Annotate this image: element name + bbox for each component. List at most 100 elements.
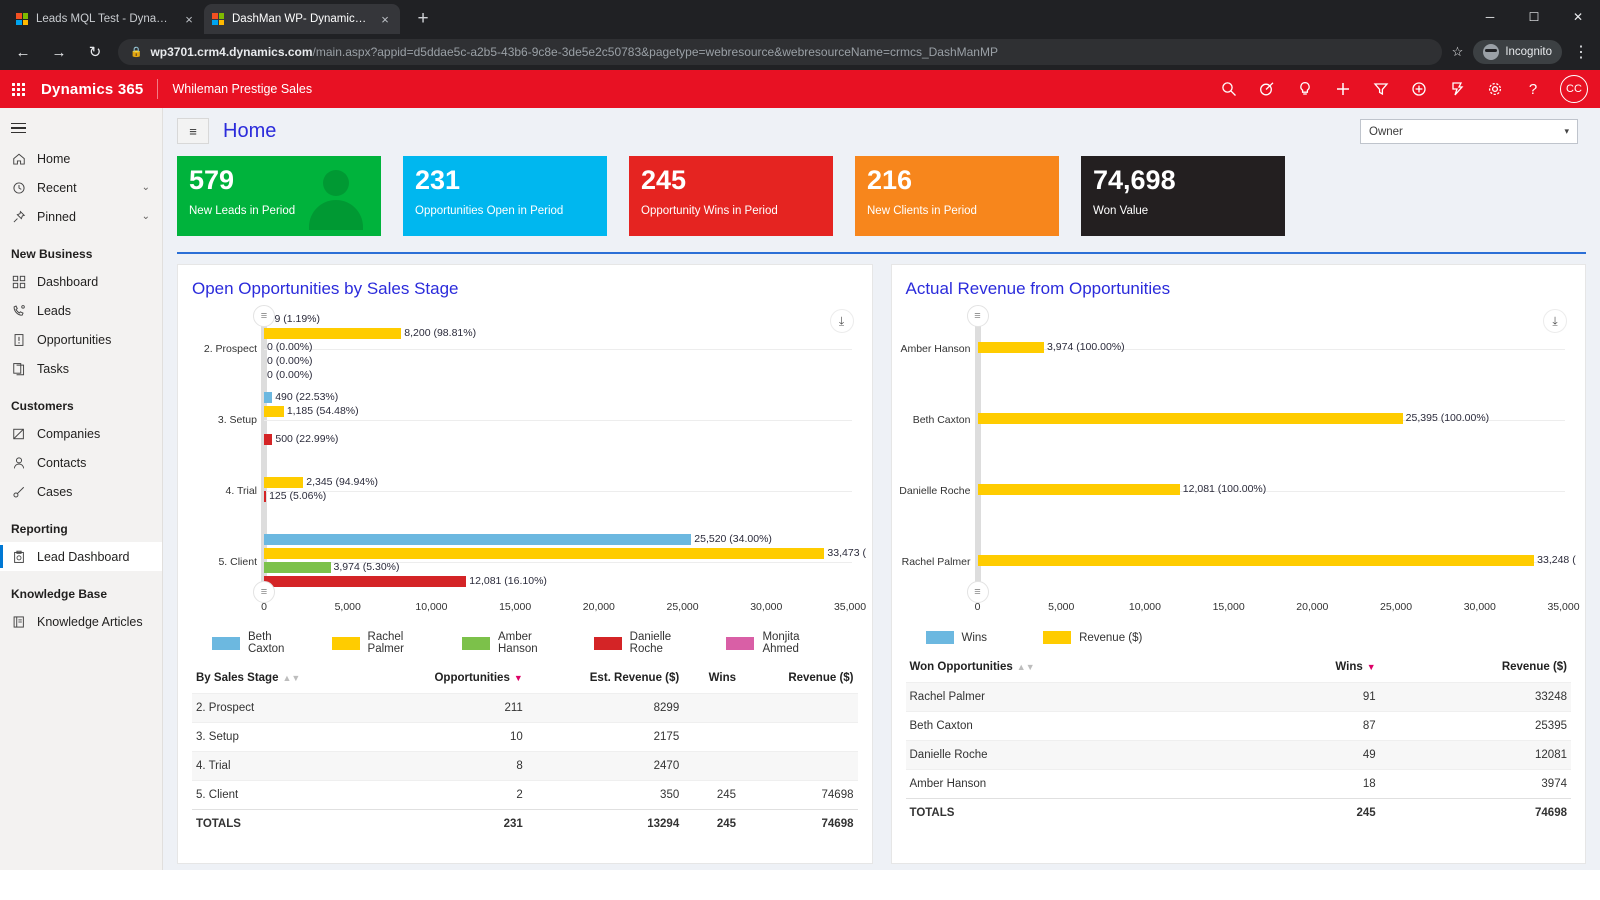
app-launcher-waffle-icon[interactable] — [12, 82, 25, 96]
chart-menu-handle-bottom[interactable]: ≡ — [253, 581, 275, 603]
bar[interactable]: 490 (22.53%) — [264, 391, 852, 403]
legend-item[interactable]: Danielle Roche — [593, 631, 697, 655]
avatar[interactable]: CC — [1560, 75, 1588, 103]
table-row[interactable]: 5. Client 2 350 245 74698 — [192, 780, 858, 810]
table-row[interactable]: 4. Trial 8 2470 — [192, 751, 858, 781]
kpi-card-2[interactable]: 231 Opportunities Open in Period — [403, 156, 607, 236]
table-column-header[interactable]: Est. Revenue ($) — [527, 665, 683, 694]
help-icon[interactable]: ? — [1516, 72, 1550, 106]
settings-gear-icon[interactable] — [1478, 72, 1512, 106]
bar[interactable]: 3,974 (100.00%) — [977, 341, 1566, 353]
chart-menu-handle-top[interactable]: ≡ — [966, 305, 989, 327]
table-column-header[interactable]: Opportunities ▼ — [372, 665, 527, 694]
table-row[interactable]: 3. Setup 10 2175 — [192, 722, 858, 752]
table-column-header[interactable]: Wins ▼ — [1253, 654, 1379, 683]
window-close-icon[interactable]: ✕ — [1556, 0, 1600, 34]
bar[interactable]: 125 (5.06%) — [264, 490, 852, 502]
table-row[interactable]: Danielle Roche 49 12081 — [905, 740, 1571, 770]
sort-icon[interactable]: ▲▼ — [1017, 662, 1035, 672]
assistant-icon[interactable] — [1250, 72, 1284, 106]
sidebar-item-leads[interactable]: Leads — [0, 296, 162, 325]
bar[interactable]: 1,185 (54.48%) — [264, 405, 852, 417]
dashboard-menu-button[interactable]: ≡ — [177, 118, 209, 144]
sidebar-item-knowledge-articles[interactable]: Knowledge Articles — [0, 607, 162, 636]
sort-icon[interactable]: ▲▼ — [282, 673, 300, 683]
kpi-card-3[interactable]: 245 Opportunity Wins in Period — [629, 156, 833, 236]
bar[interactable]: 12,081 (16.10%) — [264, 575, 852, 587]
sidebar-item-opportunities[interactable]: Opportunities — [0, 325, 162, 354]
table-column-header[interactable]: Wins — [683, 665, 740, 694]
chart-menu-handle-top[interactable]: ≡ — [253, 305, 275, 327]
chevron-down-icon[interactable]: ⌄ — [142, 182, 150, 193]
sort-icon-active[interactable]: ▼ — [514, 673, 523, 683]
back-icon[interactable]: ← — [10, 39, 36, 65]
bar[interactable]: 2,345 (94.94%) — [264, 476, 852, 488]
table-row[interactable]: Rachel Palmer 91 33248 — [905, 682, 1571, 712]
app-name[interactable]: Whileman Prestige Sales — [172, 82, 312, 96]
bar[interactable]: 0 (0.00%) — [264, 341, 852, 353]
minimize-icon[interactable]: ─ — [1468, 0, 1512, 34]
bar[interactable]: 33,473 ( — [264, 547, 866, 559]
forward-icon[interactable]: → — [46, 39, 72, 65]
sidebar-item-lead-dashboard[interactable]: Lead Dashboard — [0, 542, 162, 571]
table-row[interactable]: Amber Hanson 18 3974 — [905, 769, 1571, 799]
sidebar-item-tasks[interactable]: Tasks — [0, 354, 162, 383]
table-row[interactable]: 2. Prospect 211 8299 — [192, 693, 858, 723]
add-circle-icon[interactable] — [1402, 72, 1436, 106]
legend-item[interactable]: Rachel Palmer — [331, 631, 432, 655]
bar[interactable]: 25,395 (100.00%) — [977, 412, 1566, 424]
download-icon[interactable]: ⤓ — [829, 309, 854, 333]
table-column-header[interactable]: Revenue ($) — [1380, 654, 1571, 683]
address-bar[interactable]: 🔒 wp3701.crm4.dynamics.com/main.aspx?app… — [118, 39, 1442, 65]
bar[interactable]: 33,248 ( — [977, 554, 1576, 566]
bar[interactable]: 3,974 (5.30%) — [264, 561, 852, 573]
relationship-assistant-icon[interactable] — [1440, 72, 1474, 106]
bar[interactable]: 25,520 (34.00%) — [264, 533, 852, 545]
legend-item[interactable]: Revenue ($) — [1043, 631, 1142, 644]
sidebar-item-pinned[interactable]: Pinned ⌄ — [0, 202, 162, 231]
chart-menu-handle-bottom[interactable]: ≡ — [966, 581, 989, 603]
bar[interactable]: 0 (0.00%) — [264, 369, 852, 381]
bar[interactable]: 12,081 (100.00%) — [977, 483, 1566, 495]
bookmark-star-icon[interactable]: ☆ — [1452, 44, 1464, 60]
bar[interactable]: 8,200 (98.81%) — [264, 327, 852, 339]
close-icon[interactable]: × — [378, 12, 392, 27]
close-icon[interactable]: × — [182, 12, 196, 27]
table-row[interactable]: Beth Caxton 87 25395 — [905, 711, 1571, 741]
legend-item[interactable]: Beth Caxton — [212, 631, 302, 655]
table-column-header[interactable]: Won Opportunities ▲▼ — [906, 654, 1254, 683]
brand-title[interactable]: Dynamics 365 — [41, 81, 143, 98]
owner-filter-dropdown[interactable]: Owner ▾ — [1360, 119, 1578, 144]
sidebar-item-dashboard[interactable]: Dashboard — [0, 267, 162, 296]
table-column-header[interactable]: Revenue ($) — [740, 665, 858, 694]
sidebar-item-contacts[interactable]: Contacts — [0, 448, 162, 477]
bar[interactable] — [264, 420, 852, 431]
maximize-icon[interactable]: ☐ — [1512, 0, 1556, 34]
legend-item[interactable]: Amber Hanson — [462, 631, 564, 655]
kpi-card-5[interactable]: 74,698 Won Value — [1081, 156, 1285, 236]
sidebar-item-companies[interactable]: Companies — [0, 419, 162, 448]
reload-icon[interactable]: ↻ — [82, 39, 108, 65]
kpi-card-1[interactable]: 579 New Leads in Period — [177, 156, 381, 236]
bar[interactable]: 0 (0.00%) — [264, 355, 852, 367]
download-icon[interactable]: ⤓ — [1543, 309, 1567, 333]
sidebar-item-home[interactable]: Home — [0, 144, 162, 173]
browser-tab-1[interactable]: Leads MQL Test - Dynamics 365 × — [8, 4, 204, 34]
sort-icon-active[interactable]: ▼ — [1367, 662, 1376, 672]
lightbulb-icon[interactable] — [1288, 72, 1322, 106]
search-icon[interactable] — [1212, 72, 1246, 106]
browser-menu-icon[interactable]: ⋮ — [1572, 42, 1590, 62]
chart-open-opportunities-by-sales-stage[interactable]: ⤓ ≡ ≡ 2. Prospect 99 (1.19%) 8,200 (98.81%) 0… — [192, 305, 866, 623]
bar[interactable]: 500 (22.99%) — [264, 433, 852, 445]
sidebar-item-recent[interactable]: Recent ⌄ — [0, 173, 162, 202]
incognito-indicator[interactable]: Incognito — [1473, 40, 1562, 64]
chevron-down-icon[interactable]: ⌄ — [142, 211, 150, 222]
chart-actual-revenue-from-opportunities[interactable]: ⤓ ≡ ≡ Amber Hanson 3,974 (100.00%) Beth Caxt… — [899, 305, 1580, 623]
kpi-card-4[interactable]: 216 New Clients in Period — [855, 156, 1059, 236]
browser-tab-2[interactable]: DashMan WP- Dynamics 365 × — [204, 4, 400, 34]
legend-item[interactable]: Monjita Ahmed — [726, 631, 827, 655]
bar[interactable]: 99 (1.19%) — [264, 313, 852, 325]
new-tab-button[interactable]: + — [410, 8, 436, 30]
quick-create-plus-icon[interactable] — [1326, 72, 1360, 106]
sidebar-item-cases[interactable]: Cases — [0, 477, 162, 506]
